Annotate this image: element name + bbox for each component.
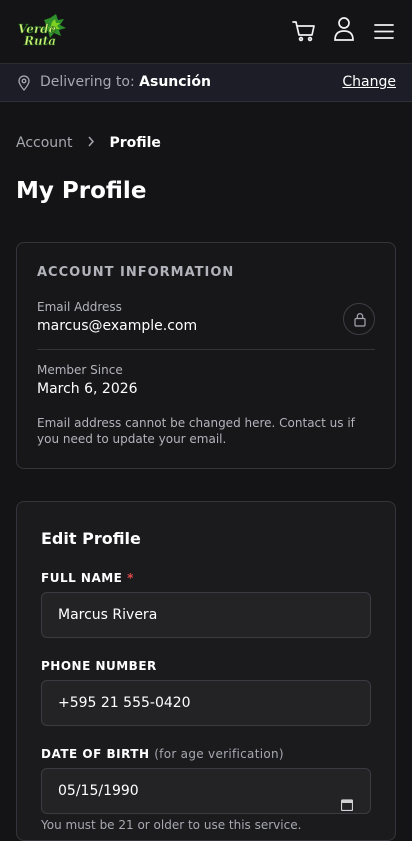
date-of-birth-input[interactable]: 05/15/1990 xyxy=(41,768,371,814)
change-location-link[interactable]: Change xyxy=(342,74,396,90)
account-information-heading: ACCOUNT INFORMATION xyxy=(37,265,235,280)
date-of-birth-hint: (for age verification) xyxy=(154,747,284,761)
chevron-right-icon xyxy=(87,135,95,151)
member-since-label: Member Since xyxy=(37,363,123,377)
edit-profile-title: Edit Profile xyxy=(41,529,141,548)
menu-icon[interactable] xyxy=(371,18,397,44)
divider xyxy=(37,349,375,350)
cart-icon[interactable] xyxy=(291,18,317,44)
top-header: Verde Ruta xyxy=(0,0,412,64)
page-title: My Profile xyxy=(16,178,147,204)
delivery-city: Asunción xyxy=(139,74,211,90)
full-name-input[interactable]: Marcus Rivera xyxy=(41,592,371,638)
breadcrumb-current: Profile xyxy=(109,135,161,151)
member-since-value: March 6, 2026 xyxy=(37,381,138,397)
email-value: marcus@example.com xyxy=(37,318,198,334)
user-icon[interactable] xyxy=(331,15,357,41)
edit-profile-card: Edit Profile FULL NAME * Marcus Rivera P… xyxy=(16,501,396,841)
lock-icon xyxy=(343,303,375,335)
date-of-birth-label: DATE OF BIRTH (for age verification) xyxy=(41,747,284,761)
account-information-card: ACCOUNT INFORMATION Email Address marcus… xyxy=(16,242,396,469)
age-requirement-note: You must be 21 or older to use this serv… xyxy=(41,818,302,832)
breadcrumb: Account Profile xyxy=(16,135,161,151)
phone-number-input[interactable]: +595 21 555-0420 xyxy=(41,680,371,726)
full-name-label: FULL NAME * xyxy=(41,571,134,585)
email-label: Email Address xyxy=(37,300,122,314)
calendar-icon[interactable] xyxy=(340,785,354,812)
svg-text:Ruta: Ruta xyxy=(23,34,56,48)
delivery-prefix: Delivering to: xyxy=(40,74,140,90)
delivery-bar: Delivering to: Asunción Change xyxy=(0,64,412,102)
phone-number-label: PHONE NUMBER xyxy=(41,659,157,673)
delivery-label: Delivering to: Asunción xyxy=(40,74,211,90)
date-of-birth-label-text: DATE OF BIRTH xyxy=(41,747,150,761)
date-of-birth-value: 05/15/1990 xyxy=(58,783,139,799)
required-mark: * xyxy=(127,571,134,585)
email-change-note: Email address cannot be changed here. Co… xyxy=(37,416,355,446)
full-name-label-text: FULL NAME xyxy=(41,571,123,585)
brand-logo[interactable]: Verde Ruta xyxy=(14,14,68,50)
breadcrumb-account-link[interactable]: Account xyxy=(16,135,73,151)
location-pin-icon xyxy=(17,75,31,91)
